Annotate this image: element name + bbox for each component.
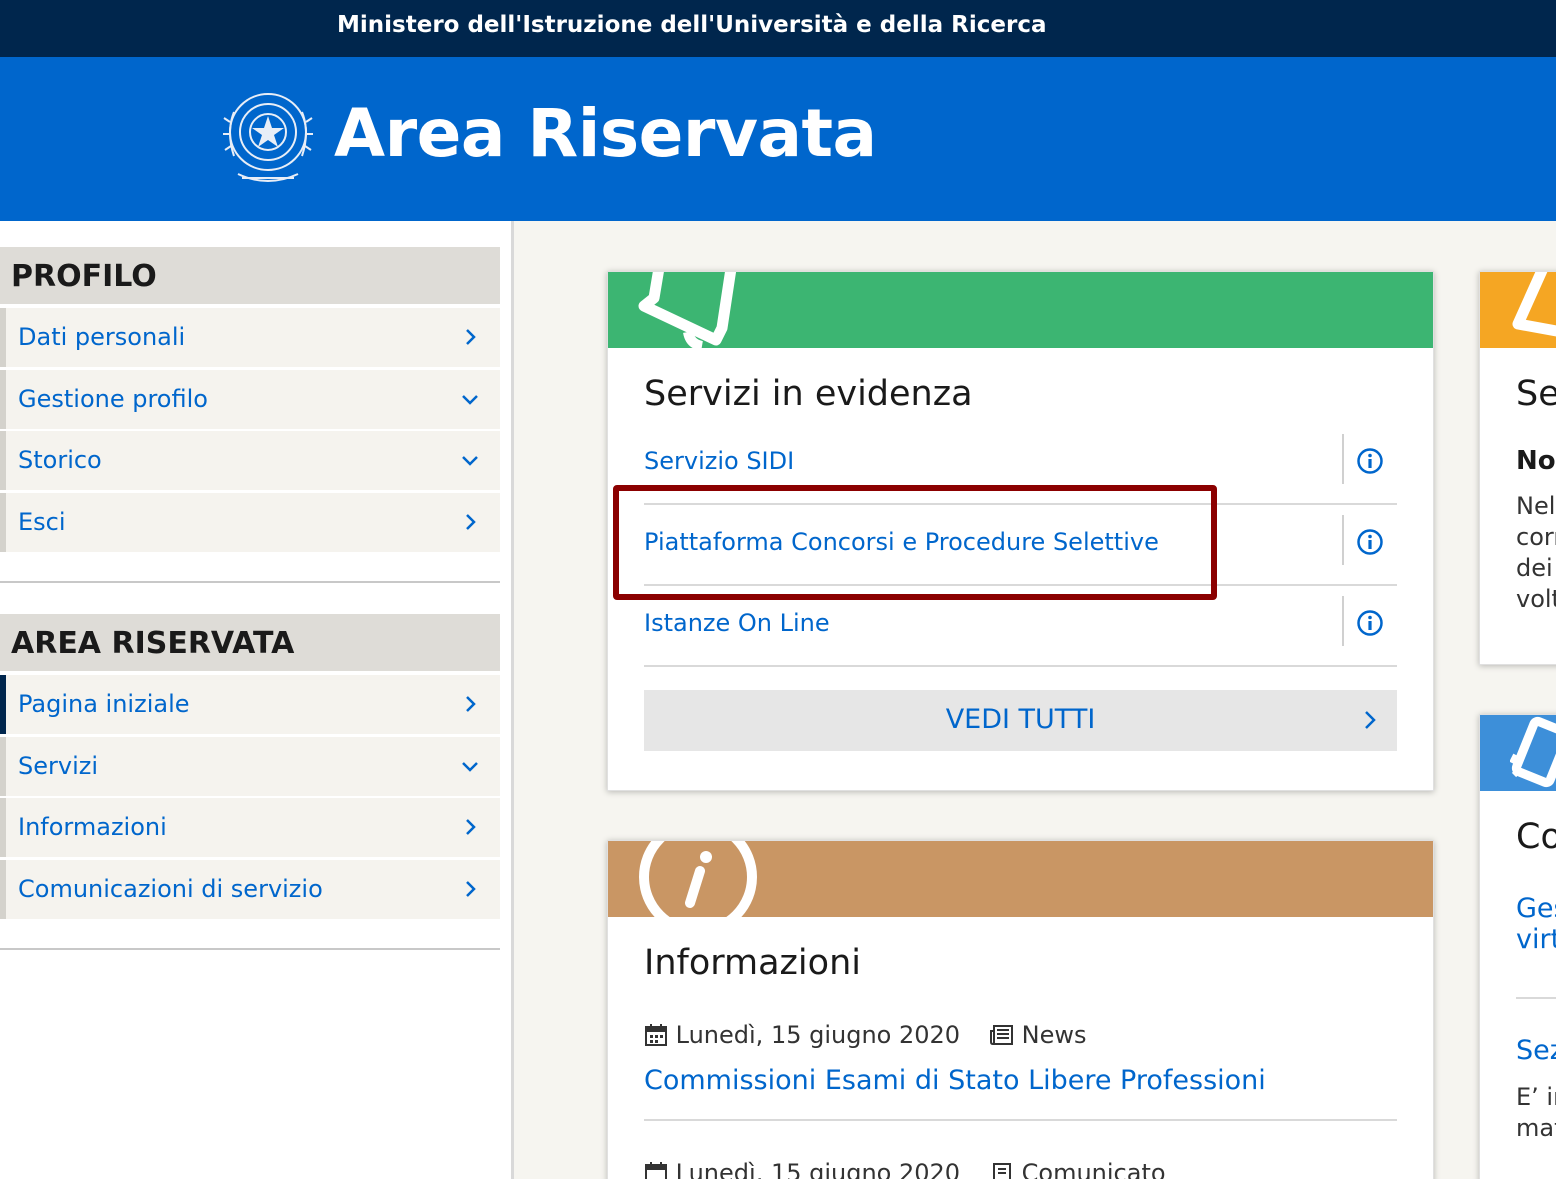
news-type-meta: News bbox=[990, 1021, 1087, 1049]
right-card-1-band bbox=[1480, 272, 1556, 348]
chevron-right-icon bbox=[466, 819, 476, 835]
profilo-heading: PROFILO bbox=[0, 247, 500, 304]
document-icon bbox=[993, 1163, 1011, 1179]
sidebar-item-label: Servizi bbox=[18, 752, 99, 780]
info-card-title: Informazioni bbox=[644, 943, 861, 983]
mobile-device-icon bbox=[1510, 716, 1556, 788]
servizi-card-band bbox=[608, 272, 1433, 348]
info-card: Informazioni Lunedì, 15 giugno 2020 News… bbox=[607, 840, 1434, 1179]
sidebar-item-label: Storico bbox=[18, 446, 102, 474]
sidebar-item-pagina-iniziale[interactable]: Pagina iniziale bbox=[0, 675, 500, 734]
right-card-1-title: Se bbox=[1516, 374, 1556, 414]
servizi-card-title: Servizi in evidenza bbox=[644, 374, 973, 414]
right-card-1-line: dei bbox=[1516, 554, 1553, 582]
sidebar-divider bbox=[0, 948, 500, 950]
row-separator bbox=[1342, 515, 1344, 565]
news-title-link[interactable]: Commissioni Esami di Stato Libere Profes… bbox=[644, 1065, 1266, 1096]
service-row-istanze: Istanze On Line bbox=[644, 586, 1397, 667]
right-card-2-band bbox=[1480, 715, 1556, 791]
row-separator bbox=[1342, 434, 1344, 484]
vedi-tutti-label: VEDI TUTTI bbox=[945, 704, 1096, 735]
info-circle-icon bbox=[639, 841, 757, 917]
sidebar-item-informazioni[interactable]: Informazioni bbox=[0, 798, 500, 857]
chevron-right-icon bbox=[466, 329, 476, 345]
news-type-meta: Comunicato bbox=[990, 1159, 1166, 1179]
right-card-2-line: E’ ir bbox=[1516, 1083, 1556, 1111]
chevron-right-icon bbox=[466, 696, 476, 712]
chevron-right-icon bbox=[466, 514, 476, 530]
profilo-heading-label: PROFILO bbox=[11, 259, 157, 294]
right-card-2-link[interactable]: virt bbox=[1516, 924, 1556, 955]
sidebar-item-label: Pagina iniziale bbox=[18, 690, 190, 718]
news-date: Lunedì, 15 giugno 2020 bbox=[675, 1159, 961, 1179]
right-card-1-line: Nell bbox=[1516, 492, 1556, 520]
right-card-2: Co Ges virt Sez E’ ir mat bbox=[1479, 714, 1556, 1179]
service-link-concorsi[interactable]: Piattaforma Concorsi e Procedure Seletti… bbox=[644, 528, 1159, 556]
sidebar-item-label: Informazioni bbox=[18, 813, 167, 841]
ministry-name: Ministero dell'Istruzione dell'Universit… bbox=[337, 12, 1047, 38]
news-type: News bbox=[1021, 1021, 1087, 1049]
right-card-1-line: volt bbox=[1516, 585, 1556, 613]
right-card-1: Se Nor Nell corr dei volt bbox=[1479, 271, 1556, 665]
service-row-concorsi: Piattaforma Concorsi e Procedure Seletti… bbox=[644, 505, 1397, 586]
bell-icon bbox=[638, 272, 737, 348]
right-card-2-link[interactable]: Sez bbox=[1516, 1035, 1556, 1066]
news-divider bbox=[644, 1119, 1397, 1121]
sidebar-item-gestione-profilo[interactable]: Gestione profilo bbox=[0, 370, 500, 429]
page-title: Area Riservata bbox=[334, 95, 877, 172]
chevron-down-icon bbox=[462, 395, 478, 405]
service-row-sidi: Servizio SIDI bbox=[644, 424, 1397, 505]
right-card-2-line: mat bbox=[1516, 1114, 1556, 1142]
newspaper-icon bbox=[990, 1025, 1013, 1045]
sidebar-item-dati-personali[interactable]: Dati personali bbox=[0, 308, 500, 367]
sidebar: PROFILO Dati personali Gestione profilo … bbox=[0, 221, 514, 1179]
sidebar-item-label: Comunicazioni di servizio bbox=[18, 875, 323, 903]
service-link-istanze[interactable]: Istanze On Line bbox=[644, 609, 830, 637]
row-separator bbox=[1342, 596, 1344, 646]
info-card-band bbox=[608, 841, 1433, 917]
info-icon[interactable] bbox=[1356, 609, 1384, 637]
calendar-icon bbox=[645, 1024, 667, 1046]
sidebar-item-comunicazioni[interactable]: Comunicazioni di servizio bbox=[0, 860, 500, 919]
sidebar-item-label: Gestione profilo bbox=[18, 385, 208, 413]
service-link-sidi[interactable]: Servizio SIDI bbox=[644, 447, 794, 475]
sidebar-item-storico[interactable]: Storico bbox=[0, 431, 500, 490]
calendar-icon bbox=[645, 1162, 667, 1179]
chevron-right-icon bbox=[466, 881, 476, 897]
sidebar-divider bbox=[0, 581, 500, 583]
sidebar-item-label: Dati personali bbox=[18, 323, 186, 351]
servizi-card: Servizi in evidenza Servizio SIDI Piatta… bbox=[607, 271, 1434, 791]
area-riservata-heading-label: AREA RISERVATA bbox=[11, 626, 295, 661]
chevron-down-icon bbox=[462, 762, 478, 772]
sidebar-item-servizi[interactable]: Servizi bbox=[0, 737, 500, 796]
area-riservata-heading: AREA RISERVATA bbox=[0, 614, 500, 671]
right-card-1-subtitle: Nor bbox=[1516, 446, 1556, 476]
news-meta: Lunedì, 15 giugno 2020 bbox=[644, 1021, 960, 1049]
news-date: Lunedì, 15 giugno 2020 bbox=[675, 1021, 961, 1049]
news-meta: Lunedì, 15 giugno 2020 bbox=[644, 1159, 960, 1179]
sidebar-item-esci[interactable]: Esci bbox=[0, 493, 500, 552]
info-icon[interactable] bbox=[1356, 447, 1384, 475]
megaphone-icon bbox=[1512, 272, 1556, 337]
republic-emblem-icon bbox=[223, 93, 313, 182]
right-card-2-link[interactable]: Ges bbox=[1516, 893, 1556, 924]
header: Area Riservata bbox=[0, 57, 1556, 221]
chevron-down-icon bbox=[462, 456, 478, 466]
ministry-bar: Ministero dell'Istruzione dell'Universit… bbox=[0, 0, 1556, 57]
right-card-2-divider bbox=[1516, 997, 1556, 999]
sidebar-item-label: Esci bbox=[18, 508, 66, 536]
right-card-1-line: corr bbox=[1516, 523, 1556, 551]
chevron-right-icon bbox=[1365, 711, 1376, 729]
right-card-2-title: Co bbox=[1516, 817, 1556, 857]
news-type: Comunicato bbox=[1021, 1159, 1166, 1179]
vedi-tutti-button[interactable]: VEDI TUTTI bbox=[644, 690, 1397, 751]
info-icon[interactable] bbox=[1356, 528, 1384, 556]
